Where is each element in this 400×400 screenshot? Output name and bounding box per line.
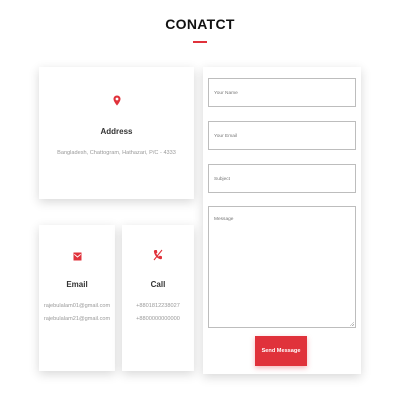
- email-input[interactable]: Your Email: [208, 121, 356, 150]
- call-card: Call +8801812238027 +8800000000000: [122, 225, 194, 371]
- title-underline: [193, 41, 207, 43]
- email-card: Email rajebulalam01@gmail.com rajebulala…: [39, 225, 115, 371]
- address-card: Address Bangladesh, Chattogram, Hathazar…: [39, 67, 194, 199]
- page-title: CONATCT: [165, 16, 235, 32]
- contact-page: CONATCT Address Bangladesh, Chattogram, …: [0, 0, 400, 400]
- email-line-2[interactable]: rajebulalam21@gmail.com: [39, 314, 115, 325]
- message-placeholder: Message: [214, 217, 234, 222]
- phone-line-2[interactable]: +8800000000000: [122, 314, 194, 325]
- contact-form: Your Name Your Email Subject Message Sen…: [203, 67, 361, 374]
- phone-line-1[interactable]: +8801812238027: [122, 301, 194, 312]
- address-title: Address: [100, 127, 133, 136]
- call-title: Call: [150, 280, 166, 289]
- subject-input[interactable]: Subject: [208, 164, 356, 193]
- send-message-button[interactable]: Send Message: [255, 336, 307, 366]
- email-line-1[interactable]: rajebulalam01@gmail.com: [39, 301, 115, 312]
- message-textarea[interactable]: Message: [208, 206, 356, 328]
- resize-handle-icon[interactable]: [350, 322, 354, 326]
- email-title: Email: [66, 280, 88, 289]
- name-input[interactable]: Your Name: [208, 78, 356, 107]
- envelope-icon: [39, 252, 115, 261]
- phone-off-icon: [122, 249, 194, 261]
- map-pin-icon: [39, 95, 194, 106]
- address-text: Bangladesh, Chattogram, Hathazari, P/C -…: [57, 150, 176, 156]
